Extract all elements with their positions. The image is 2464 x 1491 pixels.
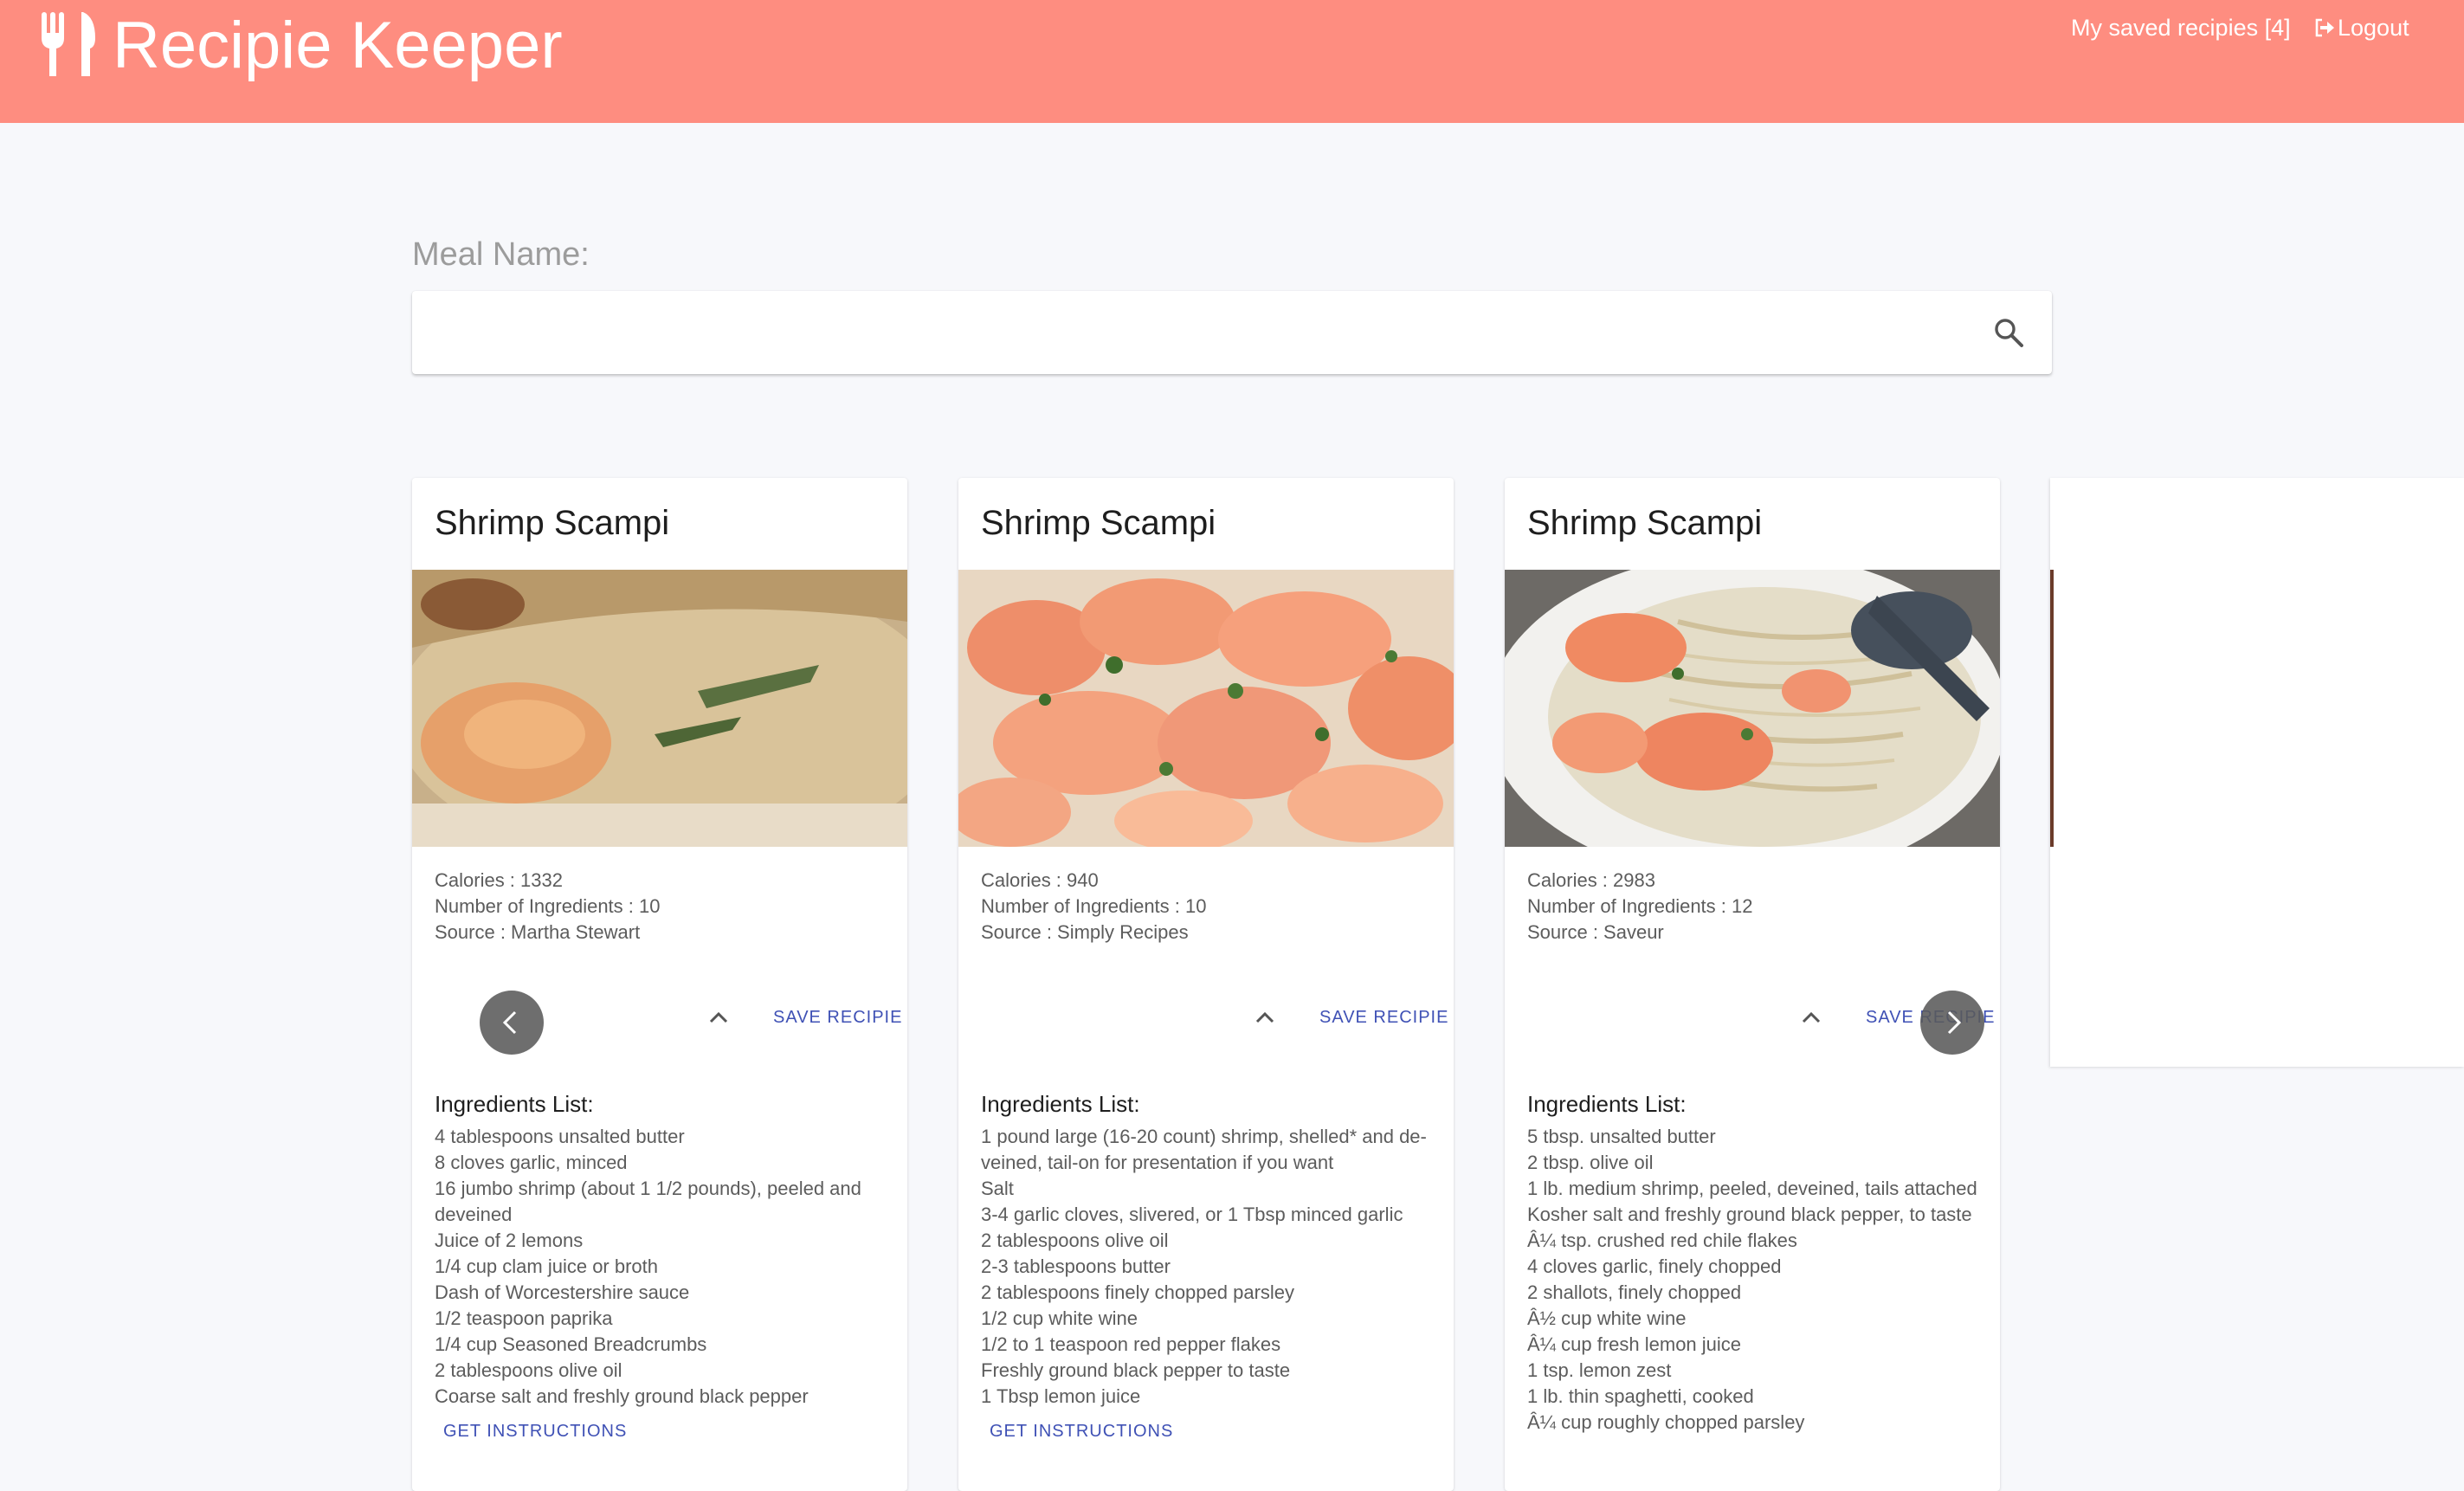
list-item: 1 pound large (16-20 count) shrimp, shel… — [981, 1126, 1427, 1173]
list-item: Coarse salt and freshly ground black pep… — [435, 1385, 809, 1407]
recipe-meta: Calories : 1332 Number of Ingredients : … — [435, 868, 660, 946]
logout-label: Logout — [2338, 15, 2409, 41]
list-item: 1 lb. thin spaghetti, cooked — [1527, 1385, 1754, 1407]
recipe-title: Shrimp Scampi — [981, 504, 1216, 542]
list-item: 1 Tbsp lemon juice — [981, 1385, 1141, 1407]
recipe-source: Source : Simply Recipes — [981, 921, 1189, 943]
list-item: Freshly ground black pepper to taste — [981, 1359, 1291, 1381]
recipe-image — [2050, 570, 2054, 847]
saved-recipes-link[interactable]: My saved recipies [4] — [2071, 12, 2291, 43]
list-item: 16 jumbo shrimp (about 1 1/2 pounds), pe… — [435, 1178, 861, 1225]
collapse-button[interactable] — [1244, 997, 1286, 1039]
search-box — [412, 291, 2052, 374]
list-item: 2 shallots, finely chopped — [1527, 1281, 1742, 1303]
list-item: 4 cloves garlic, finely chopped — [1527, 1255, 1782, 1277]
list-item: 2-3 tablespoons butter — [981, 1255, 1171, 1277]
ingredient-count: Number of Ingredients : 12 — [1527, 895, 1753, 917]
ingredient-count: Number of Ingredients : 10 — [981, 895, 1207, 917]
list-item: 1/2 teaspoon paprika — [435, 1307, 613, 1329]
list-item: 3-4 garlic cloves, slivered, or 1 Tbsp m… — [981, 1204, 1403, 1225]
list-item: Juice of 2 lemons — [435, 1230, 584, 1251]
list-item: Dash of Worcestershire sauce — [435, 1281, 690, 1303]
recipe-image — [1505, 570, 2000, 847]
collapse-button[interactable] — [698, 997, 739, 1039]
list-item: Â½ cup white wine — [1527, 1307, 1687, 1329]
app-title: Recipie Keeper — [113, 9, 563, 82]
get-instructions-button[interactable]: GET INSTRUCTIONS — [990, 1418, 1173, 1444]
carousel-prev-button[interactable] — [480, 991, 544, 1055]
recipe-source: Source : Martha Stewart — [435, 921, 641, 943]
collapse-button[interactable] — [1790, 997, 1832, 1039]
calories: Calories : 940 — [981, 869, 1099, 891]
list-item: 2 tablespoons olive oil — [435, 1359, 622, 1381]
recipe-image — [958, 570, 1454, 847]
ingredients-list: 4 tablespoons unsalted butter 8 cloves g… — [435, 1124, 892, 1410]
list-item: Â¼ cup roughly chopped parsley — [1527, 1411, 1805, 1433]
ingredients-list: 5 tbsp. unsalted butter 2 tbsp. olive oi… — [1527, 1124, 1984, 1436]
save-recipe-button[interactable]: SAVE RECIPIE — [773, 1004, 902, 1030]
ingredients-title: Ingredients List: — [435, 1091, 594, 1117]
recipe-image — [412, 570, 907, 847]
recipe-title: Shrimp Scampi — [435, 504, 670, 542]
app-header: Recipie Keeper My saved recipies [4] Log… — [0, 0, 2464, 123]
list-item: 1/4 cup Seasoned Breadcrumbs — [435, 1333, 707, 1355]
logout-link[interactable]: Logout — [2313, 12, 2409, 43]
list-item: 8 cloves garlic, minced — [435, 1152, 628, 1173]
ingredients-title: Ingredients List: — [1527, 1091, 1687, 1117]
list-item: 1/4 cup clam juice or broth — [435, 1255, 659, 1277]
list-item: 2 tablespoons finely chopped parsley — [981, 1281, 1295, 1303]
chevron-up-icon — [1802, 1011, 1821, 1023]
search-icon[interactable] — [1991, 315, 2026, 350]
chevron-up-icon — [709, 1011, 728, 1023]
chevron-left-icon — [502, 1010, 517, 1035]
get-instructions-button[interactable]: GET INSTRUCTIONS — [443, 1418, 627, 1444]
list-item: Â¼ tsp. crushed red chile flakes — [1527, 1230, 1797, 1251]
fork-knife-icon — [42, 12, 95, 76]
calories: Calories : 1332 — [435, 869, 563, 891]
recipe-card: Shrimp Scampi Calories : 940 Number of I… — [958, 478, 1454, 1491]
recipe-meta: Calories : 2983 Number of Ingredients : … — [1527, 868, 1752, 946]
list-item: 1 tsp. lemon zest — [1527, 1359, 1672, 1381]
carousel-next-button[interactable] — [1920, 991, 1984, 1055]
save-recipe-button[interactable]: SAVE RECIPIE — [1319, 1004, 1448, 1030]
list-item: Kosher salt and freshly ground black pep… — [1527, 1204, 1972, 1225]
list-item: 4 tablespoons unsalted butter — [435, 1126, 685, 1147]
recipe-meta: Calories : 940 Number of Ingredients : 1… — [981, 868, 1206, 946]
list-item: 1/2 to 1 teaspoon red pepper flakes — [981, 1333, 1281, 1355]
ingredient-count: Number of Ingredients : 10 — [435, 895, 661, 917]
calories: Calories : 2983 — [1527, 869, 1655, 891]
chevron-right-icon — [1947, 1010, 1962, 1035]
meal-name-input[interactable] — [433, 307, 1960, 360]
meal-name-label: Meal Name: — [412, 236, 590, 273]
recipe-card: Shrimp Scampi Calories : 1332 Number of … — [412, 478, 907, 1491]
recipe-card-peek — [2050, 478, 2464, 1067]
ingredients-list: 1 pound large (16-20 count) shrimp, shel… — [981, 1124, 1438, 1410]
list-item: 2 tablespoons olive oil — [981, 1230, 1169, 1251]
recipe-source: Source : Saveur — [1527, 921, 1664, 943]
list-item: 2 tbsp. olive oil — [1527, 1152, 1654, 1173]
list-item: Â¼ cup fresh lemon juice — [1527, 1333, 1742, 1355]
list-item: 1 lb. medium shrimp, peeled, deveined, t… — [1527, 1178, 1977, 1199]
ingredients-title: Ingredients List: — [981, 1091, 1140, 1117]
recipe-title: Shrimp Scampi — [1527, 504, 1763, 542]
list-item: 1/2 cup white wine — [981, 1307, 1138, 1329]
list-item: 5 tbsp. unsalted butter — [1527, 1126, 1716, 1147]
logout-icon — [2315, 18, 2334, 37]
list-item: Salt — [981, 1178, 1014, 1199]
chevron-up-icon — [1255, 1011, 1274, 1023]
recipe-card: Shrimp Scampi Calories : 2983 Number of … — [1505, 478, 2000, 1491]
